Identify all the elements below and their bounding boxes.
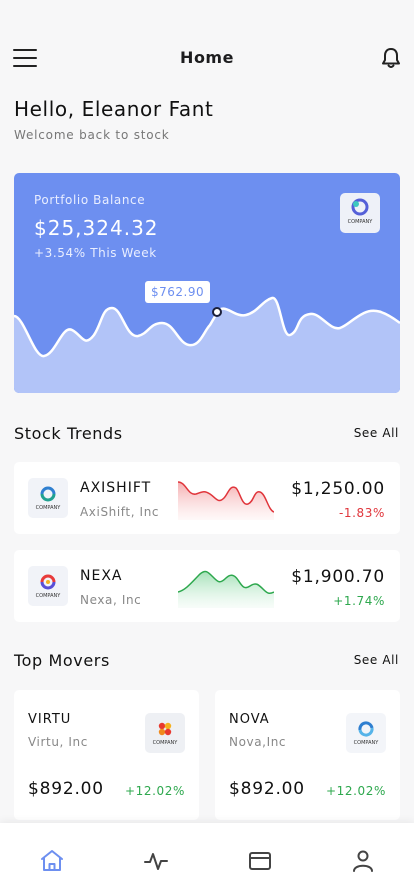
bell-icon[interactable] (380, 46, 402, 70)
company-logo: COMPANY (145, 713, 185, 753)
stock-trends-see-all-link[interactable]: See All (354, 426, 399, 440)
home-icon[interactable] (39, 848, 65, 874)
activity-icon[interactable] (143, 848, 169, 874)
stock-company-name: Virtu, Inc (28, 735, 88, 749)
sparkline-chart (178, 570, 274, 608)
company-logo-text: COMPANY (353, 740, 379, 746)
company-logo-text: COMPANY (347, 219, 373, 225)
company-logo: COMPANY (340, 193, 380, 233)
stock-ticker: NEXA (80, 568, 123, 584)
portfolio-label: Portfolio Balance (34, 193, 146, 207)
greeting-subtitle: Welcome back to stock (14, 128, 170, 142)
stock-company-name: AxiShift, Inc (80, 505, 160, 519)
stock-ticker: AXISHIFT (80, 480, 152, 496)
sparkline-chart (178, 481, 274, 520)
profile-icon[interactable] (350, 848, 376, 874)
greeting-title: Hello, Eleanor Fant (14, 97, 214, 121)
stock-change-percent: +12.02% (325, 784, 386, 798)
top-mover-card-virtu[interactable]: VIRTU Virtu, Inc COMPANY $892.00 +12.02% (14, 690, 199, 820)
company-logo-text: COMPANY (35, 593, 61, 599)
wallet-icon[interactable] (247, 848, 273, 874)
top-bar: Home (0, 44, 414, 72)
stock-ticker: NOVA (229, 712, 270, 727)
stock-change-percent: -1.83% (338, 506, 385, 520)
portfolio-card[interactable]: Portfolio Balance $25,324.32 +3.54% This… (14, 173, 400, 393)
portfolio-balance: $25,324.32 (34, 216, 159, 240)
stock-trend-card-nexa[interactable]: COMPANY NEXA Nexa, Inc $1,900.70 +1.74% (14, 550, 400, 622)
company-logo-icon (40, 574, 56, 590)
company-logo: COMPANY (28, 478, 68, 518)
company-logo-icon (358, 721, 374, 737)
stock-change-percent: +1.74% (333, 594, 385, 608)
company-logo-text: COMPANY (35, 505, 61, 511)
top-movers-title: Top Movers (14, 651, 110, 670)
stock-trends-title: Stock Trends (14, 424, 123, 443)
chart-tooltip: $762.90 (145, 281, 211, 303)
company-logo-icon (351, 198, 369, 216)
company-logo: COMPANY (28, 566, 68, 606)
top-mover-card-nova[interactable]: NOVA Nova,Inc COMPANY $892.00 +12.02% (215, 690, 400, 820)
company-logo-text: COMPANY (152, 740, 178, 746)
company-logo-icon (40, 486, 56, 502)
stock-company-name: Nova,Inc (229, 735, 287, 749)
stock-price: $1,250.00 (291, 479, 385, 499)
stock-price: $892.00 (229, 779, 305, 799)
stock-price: $1,900.70 (291, 567, 385, 587)
stock-change-percent: +12.02% (124, 784, 185, 798)
portfolio-change: +3.54% This Week (34, 246, 157, 260)
company-logo-icon (158, 722, 172, 736)
company-logo: COMPANY (346, 713, 386, 753)
stock-ticker: VIRTU (28, 712, 72, 727)
top-movers-see-all-link[interactable]: See All (354, 653, 399, 667)
stock-company-name: Nexa, Inc (80, 593, 142, 607)
stock-trend-card-axishift[interactable]: COMPANY AXISHIFT AxiShift, Inc $1,250.00… (14, 462, 400, 534)
page-title: Home (180, 48, 234, 67)
stock-price: $892.00 (28, 779, 104, 799)
bottom-navigation (0, 823, 414, 896)
